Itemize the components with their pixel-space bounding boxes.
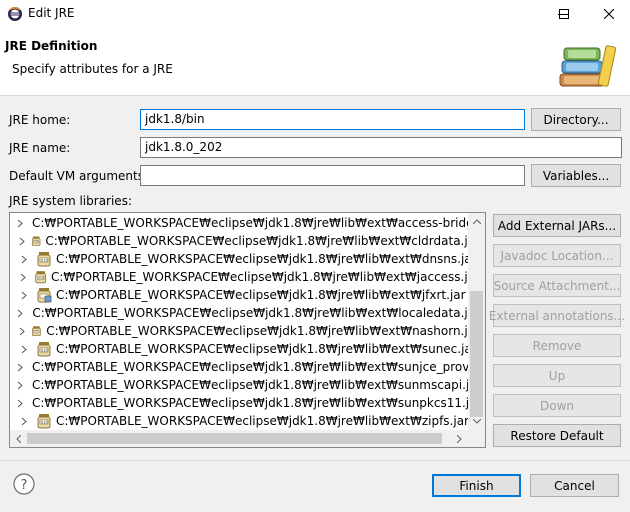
chevron-right-icon[interactable]: [17, 273, 29, 282]
cancel-button[interactable]: Cancel: [530, 474, 619, 497]
down-button[interactable]: Down: [493, 394, 621, 417]
vm-args-input[interactable]: [140, 165, 525, 186]
scroll-left-icon[interactable]: [10, 430, 27, 447]
add-external-jars-button[interactable]: Add External JARs...: [493, 214, 621, 237]
vertical-scrollbar[interactable]: [468, 213, 485, 430]
horizontal-scrollbar[interactable]: [10, 430, 468, 447]
vm-args-label: Default VM arguments:: [9, 169, 149, 183]
list-item[interactable]: C:₩PORTABLE_WORKSPACE₩eclipse₩jdk1.8₩jre…: [10, 286, 468, 304]
svg-text:010: 010: [41, 420, 48, 424]
title-bar: Edit JRE: [0, 0, 630, 28]
chevron-right-icon[interactable]: [17, 237, 26, 246]
list-item[interactable]: 010C:₩PORTABLE_WORKSPACE₩eclipse₩jdk1.8₩…: [10, 214, 468, 232]
list-item[interactable]: 010C:₩PORTABLE_WORKSPACE₩eclipse₩jdk1.8₩…: [10, 394, 468, 412]
list-item[interactable]: 010C:₩PORTABLE_WORKSPACE₩eclipse₩jdk1.8₩…: [10, 376, 468, 394]
scroll-down-icon[interactable]: [468, 413, 485, 430]
library-path: C:₩PORTABLE_WORKSPACE₩eclipse₩jdk1.8₩jre…: [56, 288, 466, 302]
javadoc-location-button[interactable]: Javadoc Location...: [493, 244, 621, 267]
restore-default-button[interactable]: Restore Default: [493, 424, 621, 447]
list-item[interactable]: 010 C:₩PORTABLE_WORKSPACE₩eclipse₩jdk1.8₩…: [10, 340, 468, 358]
maximize-icon: [559, 9, 569, 19]
chevron-right-icon[interactable]: [17, 219, 23, 228]
library-path: C:₩PORTABLE_WORKSPACE₩eclipse₩jdk1.8₩jre…: [56, 252, 468, 266]
library-rows: 010 C:₩PORTABLE_WORKSPACE₩eclipse₩jdk1.8₩…: [10, 213, 468, 430]
close-icon: [604, 9, 614, 19]
chevron-right-icon[interactable]: [17, 381, 23, 390]
scroll-corner: [468, 430, 485, 447]
vertical-scroll-thumb[interactable]: [470, 291, 483, 417]
scroll-right-icon[interactable]: [451, 430, 468, 447]
remove-button[interactable]: Remove: [493, 334, 621, 357]
jar-source-icon: [37, 288, 52, 303]
chevron-right-icon[interactable]: [17, 399, 23, 408]
library-path: C:₩PORTABLE_WORKSPACE₩eclipse₩jdk1.8₩jre…: [56, 414, 468, 428]
jar-icon: 010: [32, 326, 42, 337]
finish-button[interactable]: Finish: [432, 474, 521, 497]
jre-home-input[interactable]: jdk1.8/bin: [140, 109, 525, 130]
eclipse-icon: [8, 7, 22, 21]
chevron-right-icon[interactable]: [17, 255, 31, 264]
external-annotations-button[interactable]: External annotations...: [489, 304, 625, 327]
jar-icon: 010: [32, 236, 41, 246]
close-button[interactable]: [586, 0, 630, 28]
list-item[interactable]: 010C:₩PORTABLE_WORKSPACE₩eclipse₩jdk1.8₩…: [10, 304, 468, 322]
window-title: Edit JRE: [28, 6, 75, 20]
jar-icon: 010: [34, 271, 46, 284]
header-title: JRE Definition: [5, 39, 98, 53]
list-item[interactable]: 010 C:₩PORTABLE_WORKSPACE₩eclipse₩jdk1.8₩…: [10, 322, 468, 340]
libraries-label: JRE system libraries:: [9, 194, 132, 208]
source-attachment-button[interactable]: Source Attachment...: [493, 274, 621, 297]
library-path: C:₩PORTABLE_WORKSPACE₩eclipse₩jdk1.8₩jre…: [46, 324, 468, 338]
jre-name-input[interactable]: jdk1.8.0_202: [140, 137, 622, 158]
footer-divider: [0, 460, 630, 461]
header-description: Specify attributes for a JRE: [12, 62, 173, 76]
svg-text:010: 010: [35, 331, 40, 334]
directory-button[interactable]: Directory...: [531, 108, 621, 131]
horizontal-scroll-thumb[interactable]: [27, 433, 442, 444]
list-item[interactable]: 010 C:₩PORTABLE_WORKSPACE₩eclipse₩jdk1.8₩…: [10, 250, 468, 268]
jar-icon: 010: [37, 342, 51, 357]
library-path: C:₩PORTABLE_WORKSPACE₩eclipse₩jdk1.8₩jre…: [32, 306, 468, 320]
svg-text:010: 010: [41, 348, 48, 352]
jar-icon: 010: [37, 252, 51, 267]
chevron-right-icon[interactable]: [17, 345, 31, 354]
jre-name-label: JRE name:: [9, 141, 71, 155]
chevron-right-icon[interactable]: [17, 417, 31, 426]
maximize-button[interactable]: [541, 0, 587, 28]
svg-text:010: 010: [38, 276, 44, 280]
scroll-up-icon[interactable]: [468, 213, 485, 230]
svg-text:?: ?: [21, 478, 28, 493]
library-books-icon: [559, 45, 617, 87]
list-item[interactable]: 010 C:₩PORTABLE_WORKSPACE₩eclipse₩jdk1.8₩…: [10, 232, 468, 250]
variables-button[interactable]: Variables...: [531, 164, 621, 187]
library-path: C:₩PORTABLE_WORKSPACE₩eclipse₩jdk1.8₩jre…: [32, 216, 468, 230]
list-item[interactable]: 010C:₩PORTABLE_WORKSPACE₩eclipse₩jdk1.8₩…: [10, 358, 468, 376]
help-icon[interactable]: ?: [13, 473, 35, 495]
svg-text:010: 010: [41, 258, 48, 262]
library-tree[interactable]: 010 C:₩PORTABLE_WORKSPACE₩eclipse₩jdk1.8₩…: [9, 212, 486, 448]
library-path: C:₩PORTABLE_WORKSPACE₩eclipse₩jdk1.8₩jre…: [32, 360, 468, 374]
chevron-right-icon[interactable]: [17, 327, 26, 336]
library-path: C:₩PORTABLE_WORKSPACE₩eclipse₩jdk1.8₩jre…: [50, 270, 468, 284]
svg-text:010: 010: [34, 241, 39, 244]
list-item[interactable]: 010 C:₩PORTABLE_WORKSPACE₩eclipse₩jdk1.8₩…: [10, 268, 468, 286]
up-button[interactable]: Up: [493, 364, 621, 387]
library-path: C:₩PORTABLE_WORKSPACE₩eclipse₩jdk1.8₩jre…: [45, 234, 468, 248]
library-path: C:₩PORTABLE_WORKSPACE₩eclipse₩jdk1.8₩jre…: [32, 396, 468, 410]
library-path: C:₩PORTABLE_WORKSPACE₩eclipse₩jdk1.8₩jre…: [32, 378, 468, 392]
library-path: C:₩PORTABLE_WORKSPACE₩eclipse₩jdk1.8₩jre…: [56, 342, 468, 356]
chevron-right-icon[interactable]: [17, 291, 31, 300]
jar-icon: 010: [37, 414, 51, 429]
jre-home-label: JRE home:: [9, 113, 71, 127]
chevron-right-icon[interactable]: [17, 363, 23, 372]
dialog-header: JRE Definition Specify attributes for a …: [0, 28, 630, 96]
chevron-right-icon[interactable]: [17, 309, 23, 318]
list-item[interactable]: 010 C:₩PORTABLE_WORKSPACE₩eclipse₩jdk1.8₩…: [10, 412, 468, 430]
